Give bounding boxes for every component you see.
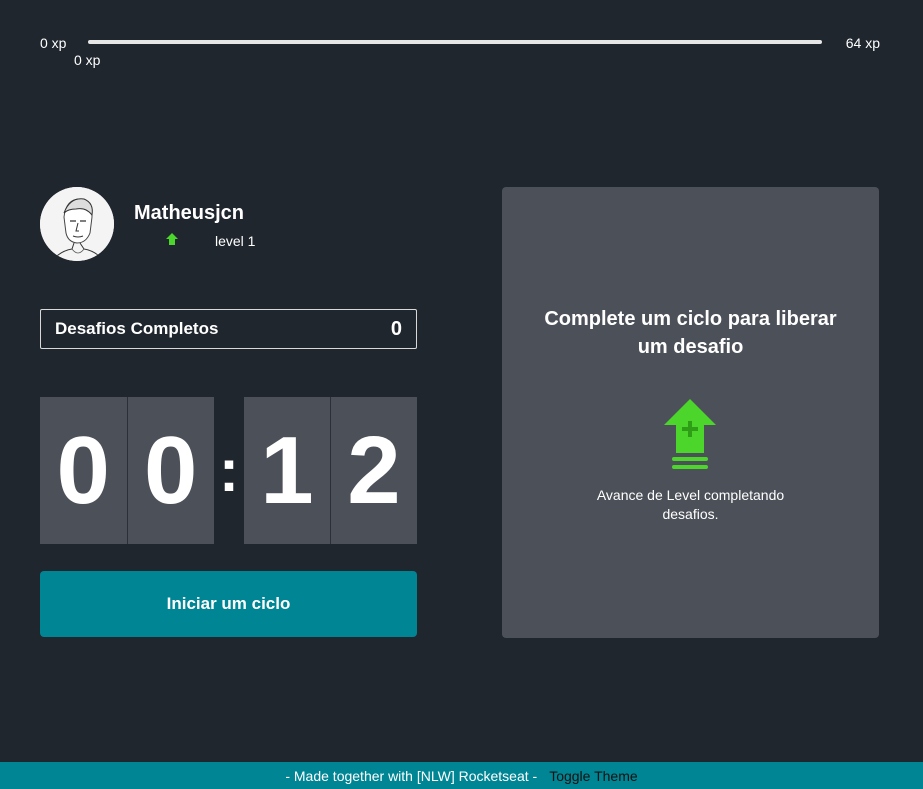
challenge-box-description: Avance de Level completando desafios. [596,487,785,522]
toggle-theme-button[interactable]: Toggle Theme [549,768,637,784]
completed-challenges-box: Desafios Completos 0 [40,309,417,349]
completed-challenges-label: Desafios Completos [55,319,219,338]
challenge-box-title: Complete um ciclo para liberar um desafi… [544,308,837,358]
xp-current-label: 0 xp [74,52,101,68]
username: Matheusjcn [134,202,245,224]
second-digit-tens: 1 [244,397,330,544]
xp-progress-bar [88,40,822,44]
countdown-separator: : [219,437,239,504]
footer-credit: - Made together with [NLW] Rocketseat - [285,767,538,784]
xp-max-label: 64 xp [845,35,880,51]
second-digit-ones: 2 [330,397,417,544]
countdown-seconds: 1 2 [244,397,417,544]
level-label: level 1 [215,233,256,249]
countdown-minutes: 0 0 [40,397,214,544]
avatar [40,187,114,261]
start-cycle-button[interactable]: Iniciar um ciclo [40,571,417,637]
minute-digit-ones: 0 [126,397,214,544]
footer: - Made together with [NLW] Rocketseat - … [0,762,923,789]
xp-min-label: 0 xp [40,35,67,51]
level-up-arrow-icon [166,233,178,245]
minute-digit-tens: 0 [40,397,127,544]
completed-challenges-count: 0 [390,317,402,340]
level-up-icon [664,399,716,469]
challenge-box: Complete um ciclo para liberar um desafi… [502,187,879,638]
